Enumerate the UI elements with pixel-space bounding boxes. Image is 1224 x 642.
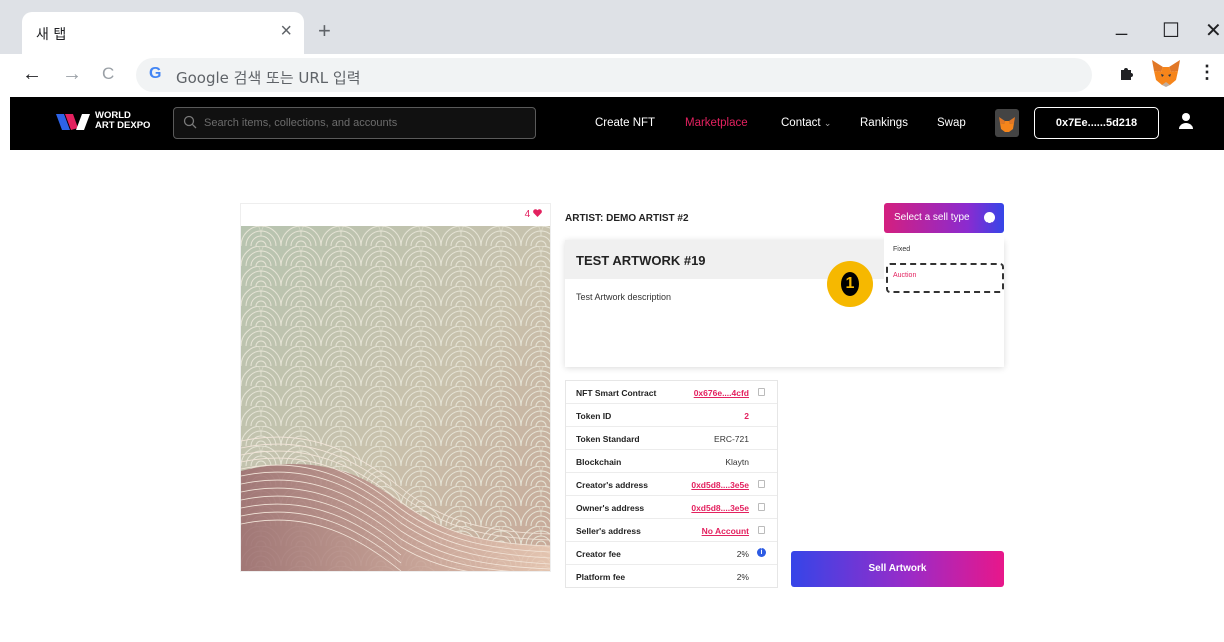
- table-row: Creator fee 2% i: [566, 542, 777, 565]
- browser-tab[interactable]: 새 탭 ×: [22, 12, 304, 54]
- google-icon: G: [149, 65, 162, 82]
- metamask-fox-icon[interactable]: [1150, 58, 1182, 88]
- table-row: Token ID 2: [566, 404, 777, 427]
- artwork-description: Test Artwork description: [576, 292, 672, 302]
- copy-icon[interactable]: [758, 388, 765, 396]
- table-row: Owner's address 0xd5d8....3e5e: [566, 496, 777, 519]
- copy-icon[interactable]: [758, 503, 765, 511]
- prop-label: Seller's address: [576, 526, 641, 536]
- maximize-icon[interactable]: ☐: [1162, 18, 1180, 43]
- table-row: Platform fee 2%: [566, 565, 777, 588]
- extensions-puzzle-icon[interactable]: [1118, 64, 1136, 82]
- nav-rankings[interactable]: Rankings: [860, 117, 908, 129]
- browser-menu-icon[interactable]: ⋮: [1198, 62, 1216, 83]
- properties-table: NFT Smart Contract 0x676e....4cfd Token …: [565, 380, 778, 588]
- artwork-card: 4: [240, 203, 551, 572]
- reload-icon[interactable]: C: [102, 64, 114, 84]
- site-header: WORLD ART DEXPO Search items, collection…: [10, 97, 1224, 150]
- info-icon[interactable]: i: [757, 548, 766, 557]
- address-placeholder: Google 검색 또는 URL 입력: [176, 69, 361, 87]
- chevron-down-icon: ⌄: [823, 118, 832, 128]
- table-row: Blockchain Klaytn: [566, 450, 777, 473]
- owner-address-link[interactable]: 0xd5d8....3e5e: [691, 503, 749, 513]
- browser-toolbar: ← → C G Google 검색 또는 URL 입력 ⋮: [0, 54, 1224, 97]
- blockchain-value: Klaytn: [725, 457, 749, 467]
- nav-contact[interactable]: Contact ⌄: [781, 117, 831, 129]
- token-id-value: 2: [744, 411, 749, 421]
- nav-swap[interactable]: Swap: [937, 117, 966, 129]
- option-fixed[interactable]: Fixed: [893, 246, 910, 253]
- browser-chrome: 새 탭 × + _ ☐ ✕ ← → C G Google 검색 또는 URL 입…: [0, 0, 1224, 97]
- contract-link[interactable]: 0x676e....4cfd: [694, 388, 749, 398]
- platform-fee-value: 2%: [736, 572, 749, 582]
- sell-type-label: Select a sell type: [894, 212, 970, 223]
- nav-contact-label: Contact: [781, 117, 821, 129]
- auction-highlight: [886, 263, 1004, 293]
- chevron-down-icon: [984, 212, 995, 226]
- artwork-image: [241, 226, 550, 571]
- prop-label: Owner's address: [576, 503, 645, 513]
- step-number: 1: [841, 272, 859, 296]
- prop-label: Token ID: [576, 411, 612, 421]
- main-content: 4 ARTIST: DEMO ARTIST #2 TEST ARTWORK #1…: [10, 150, 1224, 642]
- artwork-title: TEST ARTWORK #19: [576, 253, 706, 268]
- tab-close-icon[interactable]: ×: [280, 20, 292, 43]
- creator-fee-value: 2%: [736, 549, 749, 559]
- user-icon[interactable]: [1178, 112, 1194, 130]
- heart-icon: [533, 209, 542, 217]
- logo-line-2: ART DEXPO: [95, 120, 151, 131]
- prop-label: Creator's address: [576, 480, 648, 490]
- prop-label: Creator fee: [576, 549, 621, 559]
- seller-address-link[interactable]: No Account: [702, 526, 749, 536]
- forward-icon[interactable]: →: [62, 63, 82, 86]
- metamask-icon: [999, 117, 1015, 132]
- wallet-address-button[interactable]: 0x7Ee......5d218: [1034, 107, 1159, 139]
- minimize-icon[interactable]: _: [1116, 14, 1127, 37]
- copy-icon[interactable]: [758, 480, 765, 488]
- logo-wordmark[interactable]: WORLD ART DEXPO: [95, 111, 150, 131]
- table-row: Creator's address 0xd5d8....3e5e: [566, 473, 777, 496]
- metamask-button[interactable]: [995, 109, 1019, 137]
- sell-type-select[interactable]: Select a sell type: [884, 203, 1004, 233]
- nav-marketplace[interactable]: Marketplace: [685, 117, 748, 129]
- search-input[interactable]: Search items, collections, and accounts: [173, 107, 536, 139]
- copy-icon[interactable]: [758, 526, 765, 534]
- likes-count: 4: [524, 209, 531, 220]
- logo-icon[interactable]: [56, 111, 90, 133]
- table-row: Token Standard ERC-721: [566, 427, 777, 450]
- sell-artwork-button[interactable]: Sell Artwork: [791, 551, 1004, 587]
- prop-label: Blockchain: [576, 457, 622, 467]
- artist-name: ARTIST: DEMO ARTIST #2: [565, 213, 689, 224]
- window-close-icon[interactable]: ✕: [1205, 18, 1222, 43]
- search-icon: [183, 115, 197, 129]
- back-icon[interactable]: ←: [22, 63, 42, 86]
- new-tab-icon[interactable]: +: [318, 18, 331, 44]
- likes[interactable]: 4: [525, 209, 542, 220]
- nav-create-nft[interactable]: Create NFT: [595, 117, 655, 129]
- tab-title: 새 탭: [36, 27, 67, 43]
- search-placeholder: Search items, collections, and accounts: [204, 117, 398, 129]
- token-standard-value: ERC-721: [714, 434, 749, 444]
- table-row: Seller's address No Account: [566, 519, 777, 542]
- prop-label: Token Standard: [576, 434, 640, 444]
- address-bar[interactable]: G Google 검색 또는 URL 입력: [136, 58, 1092, 92]
- step-callout: 1: [827, 261, 873, 307]
- prop-label: NFT Smart Contract: [576, 388, 657, 398]
- creator-address-link[interactable]: 0xd5d8....3e5e: [691, 480, 749, 490]
- prop-label: Platform fee: [576, 572, 626, 582]
- table-row: NFT Smart Contract 0x676e....4cfd: [566, 381, 777, 404]
